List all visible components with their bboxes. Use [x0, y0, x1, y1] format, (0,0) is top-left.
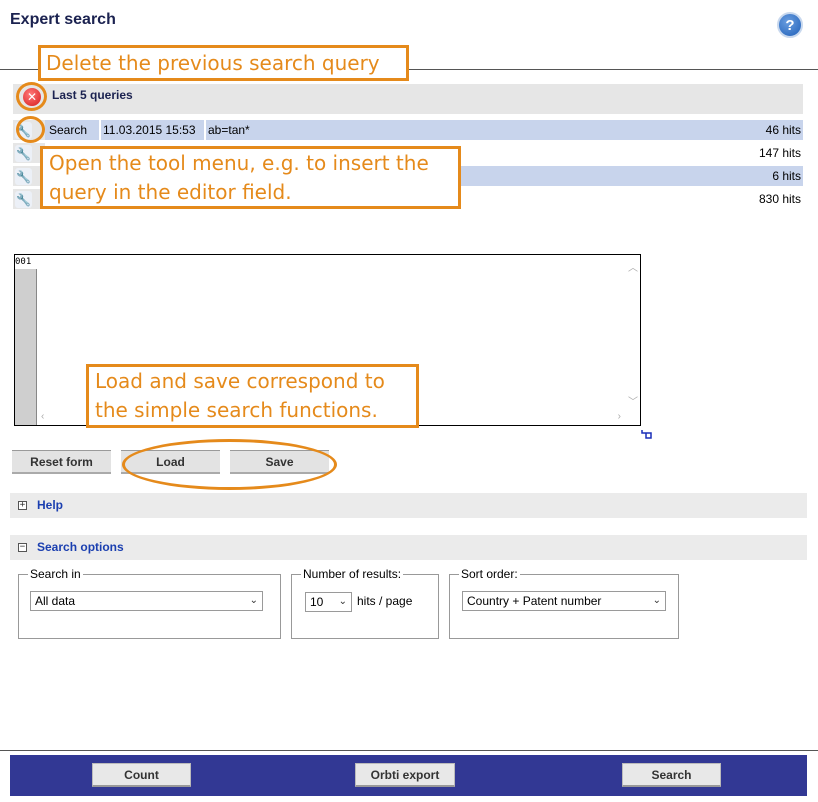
sort-order-select[interactable]: Country + Patent number ⌄ — [462, 591, 666, 611]
question-mark-icon[interactable]: ? — [777, 12, 803, 38]
sort-order-value: Country + Patent number — [467, 594, 602, 608]
footer-divider — [0, 750, 818, 751]
help-section-label: Help — [37, 498, 64, 512]
search-options-toggle[interactable]: − Search options — [10, 535, 807, 560]
annotation-load-save-line1: Load and save correspond to — [95, 369, 385, 393]
last-queries-label: Last 5 queries — [52, 88, 133, 102]
expand-icon: + — [18, 500, 27, 510]
collapse-icon: − — [18, 542, 27, 552]
sort-order-label: Sort order: — [459, 567, 520, 581]
vertical-scrollbar[interactable]: ︿ ﹀ — [624, 255, 640, 410]
annotation-ring-delete — [16, 82, 47, 111]
line-number: 001 — [15, 255, 37, 269]
query-hits: 6 hits — [772, 169, 801, 183]
search-in-select[interactable]: All data ⌄ — [30, 591, 263, 611]
annotation-tool-menu-line2: query in the editor field. — [49, 180, 292, 204]
results-per-page-select[interactable]: 10 ⌄ — [305, 592, 352, 612]
page-title: Expert search — [10, 11, 116, 28]
annotation-load-save: Load and save correspond to the simple s… — [86, 364, 419, 428]
search-in-label: Search in — [28, 567, 83, 581]
search-button[interactable]: Search — [622, 763, 721, 787]
query-hits: 147 hits — [758, 146, 801, 160]
chevron-left-icon[interactable]: ‹ — [41, 411, 44, 422]
query-row[interactable]: 🔧 Search 11.03.2015 15:53 ab=tan* 46 hit… — [13, 120, 803, 140]
annotation-ring-load-save — [122, 439, 337, 490]
export-button[interactable]: Orbti export — [355, 763, 455, 787]
help-section-toggle[interactable]: + Help — [10, 493, 807, 518]
query-hits: 46 hits — [765, 123, 801, 137]
line-number-gutter: 001 — [15, 255, 37, 425]
chevron-down-icon: ⌄ — [338, 596, 347, 607]
chevron-up-icon[interactable]: ︿ — [628, 259, 638, 274]
annotation-tool-menu: Open the tool menu, e.g. to insert the q… — [40, 146, 461, 209]
annotation-delete-query: Delete the previous search query — [38, 45, 409, 81]
chevron-down-icon: ⌄ — [652, 595, 661, 606]
resize-handle-icon[interactable] — [641, 429, 652, 440]
chevron-down-icon[interactable]: ﹀ — [628, 393, 638, 408]
query-type: Search — [49, 123, 88, 137]
wrench-icon[interactable]: 🔧 — [15, 191, 32, 208]
query-text: ab=tan* — [204, 120, 754, 140]
reset-form-button[interactable]: Reset form — [12, 450, 111, 474]
wrench-icon[interactable]: 🔧 — [15, 168, 32, 185]
query-hits: 830 hits — [758, 192, 801, 206]
count-button[interactable]: Count — [92, 763, 191, 787]
annotation-load-save-line2: the simple search functions. — [95, 398, 378, 422]
annotation-ring-tool — [16, 116, 45, 143]
wrench-icon[interactable]: 🔧 — [15, 145, 32, 162]
results-value: 10 — [310, 595, 324, 609]
results-unit: hits / page — [357, 594, 413, 608]
chevron-right-icon[interactable]: › — [618, 411, 621, 422]
chevron-down-icon: ⌄ — [249, 595, 258, 606]
annotation-tool-menu-line1: Open the tool menu, e.g. to insert the — [49, 151, 429, 175]
search-in-value: All data — [35, 594, 76, 608]
search-options-label: Search options — [37, 540, 124, 554]
query-date: 11.03.2015 15:53 — [99, 120, 204, 140]
results-label: Number of results: — [301, 567, 404, 581]
